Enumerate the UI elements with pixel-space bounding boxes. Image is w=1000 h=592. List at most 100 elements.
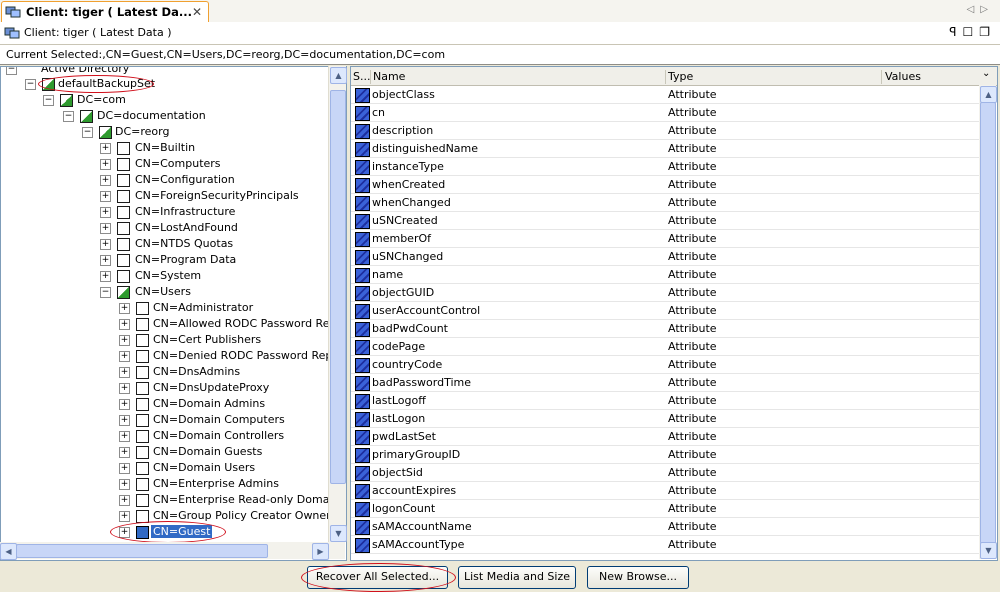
table-row[interactable]: sAMAccountName Attribute: [351, 518, 979, 536]
expand-icon[interactable]: +: [100, 255, 111, 266]
expand-icon[interactable]: +: [119, 447, 130, 458]
table-row[interactable]: uSNCreated Attribute: [351, 212, 979, 230]
partial-checkbox[interactable]: [99, 126, 112, 139]
checkbox[interactable]: [117, 206, 130, 219]
collapse-icon[interactable]: −: [43, 95, 54, 106]
checkbox[interactable]: [117, 254, 130, 267]
collapse-icon[interactable]: −: [6, 67, 17, 75]
checkbox[interactable]: [117, 190, 130, 203]
expand-icon[interactable]: +: [119, 367, 130, 378]
scroll-left-icon[interactable]: ◀: [0, 543, 17, 560]
new-browse-button[interactable]: New Browse...: [587, 566, 689, 589]
table-row[interactable]: name Attribute: [351, 266, 979, 284]
column-menu-icon[interactable]: ⌄: [982, 68, 990, 79]
checkbox[interactable]: [117, 222, 130, 235]
table-row[interactable]: whenCreated Attribute: [351, 176, 979, 194]
scroll-thumb[interactable]: [330, 90, 346, 484]
attribute-table[interactable]: S... Name Type Values ⌄ objectClass Attri…: [350, 66, 998, 561]
checkbox[interactable]: [117, 270, 130, 283]
table-row[interactable]: pwdLastSet Attribute: [351, 428, 979, 446]
expand-icon[interactable]: +: [100, 223, 111, 234]
checkbox[interactable]: [117, 174, 130, 187]
expand-icon[interactable]: +: [119, 479, 130, 490]
minimize-icon[interactable]: ☐: [962, 25, 979, 39]
checkbox[interactable]: [136, 398, 149, 411]
expand-icon[interactable]: +: [119, 431, 130, 442]
table-row[interactable]: userAccountControl Attribute: [351, 302, 979, 320]
checkbox[interactable]: [117, 158, 130, 171]
checkbox[interactable]: [136, 462, 149, 475]
column-header-values[interactable]: Values: [885, 70, 921, 83]
table-row[interactable]: badPasswordTime Attribute: [351, 374, 979, 392]
tab-back-icon[interactable]: ◁: [967, 4, 981, 15]
table-row[interactable]: instanceType Attribute: [351, 158, 979, 176]
checkbox[interactable]: [136, 430, 149, 443]
partial-checkbox[interactable]: [80, 110, 93, 123]
table-row[interactable]: objectGUID Attribute: [351, 284, 979, 302]
checkbox[interactable]: [136, 478, 149, 491]
checkbox[interactable]: [136, 318, 149, 331]
table-row[interactable]: cn Attribute: [351, 104, 979, 122]
expand-icon[interactable]: +: [119, 335, 130, 346]
checkbox[interactable]: [136, 446, 149, 459]
checkbox[interactable]: [136, 350, 149, 363]
expand-icon[interactable]: +: [100, 207, 111, 218]
checkbox[interactable]: [117, 238, 130, 251]
expand-icon[interactable]: +: [119, 399, 130, 410]
scroll-down-icon[interactable]: ▼: [330, 525, 347, 542]
checkbox[interactable]: [136, 414, 149, 427]
checkbox[interactable]: [136, 334, 149, 347]
checkbox[interactable]: [136, 382, 149, 395]
table-row[interactable]: description Attribute: [351, 122, 979, 140]
table-row[interactable]: logonCount Attribute: [351, 500, 979, 518]
list-media-and-size-button[interactable]: List Media and Size: [458, 566, 576, 589]
table-row[interactable]: badPwdCount Attribute: [351, 320, 979, 338]
table-row[interactable]: whenChanged Attribute: [351, 194, 979, 212]
expand-icon[interactable]: +: [119, 463, 130, 474]
expand-icon[interactable]: +: [119, 415, 130, 426]
table-row[interactable]: primaryGroupID Attribute: [351, 446, 979, 464]
tree-horizontal-scrollbar[interactable]: ◀ ▶: [0, 542, 345, 560]
checkbox[interactable]: [136, 302, 149, 315]
table-row[interactable]: uSNChanged Attribute: [351, 248, 979, 266]
expand-icon[interactable]: +: [119, 383, 130, 394]
scroll-up-icon[interactable]: ▲: [980, 86, 997, 103]
table-row[interactable]: countryCode Attribute: [351, 356, 979, 374]
column-header-name[interactable]: Name: [373, 70, 405, 83]
collapse-icon[interactable]: −: [100, 287, 111, 298]
expand-icon[interactable]: +: [119, 511, 130, 522]
column-header-type[interactable]: Type: [668, 70, 693, 83]
expand-icon[interactable]: +: [100, 175, 111, 186]
table-row[interactable]: accountExpires Attribute: [351, 482, 979, 500]
checkbox[interactable]: [117, 142, 130, 155]
client-tab[interactable]: Client: tiger ( Latest Da... ✕: [1, 1, 209, 23]
partial-checkbox[interactable]: [60, 94, 73, 107]
column-header-status[interactable]: S...: [353, 70, 370, 83]
expand-icon[interactable]: +: [119, 351, 130, 362]
partial-checkbox[interactable]: [117, 286, 130, 299]
scroll-up-icon[interactable]: ▲: [330, 67, 347, 84]
expand-icon[interactable]: +: [100, 271, 111, 282]
expand-icon[interactable]: +: [100, 159, 111, 170]
scroll-thumb[interactable]: [16, 544, 268, 558]
tab-forward-icon[interactable]: ▷: [980, 4, 994, 15]
expand-icon[interactable]: +: [119, 303, 130, 314]
scroll-down-icon[interactable]: ▼: [980, 542, 997, 559]
table-row[interactable]: memberOf Attribute: [351, 230, 979, 248]
tree-vertical-scrollbar[interactable]: ▲ ▼: [328, 66, 347, 542]
table-row[interactable]: lastLogon Attribute: [351, 410, 979, 428]
expand-icon[interactable]: +: [100, 239, 111, 250]
maximize-icon[interactable]: ❐: [979, 25, 996, 39]
collapse-icon[interactable]: −: [82, 127, 93, 138]
scroll-right-icon[interactable]: ▶: [312, 543, 329, 560]
tab-close-icon[interactable]: ✕: [192, 5, 202, 19]
expand-icon[interactable]: +: [119, 495, 130, 506]
table-vertical-scrollbar[interactable]: ▲ ▼: [979, 85, 997, 559]
collapse-icon[interactable]: −: [25, 79, 36, 90]
table-row[interactable]: codePage Attribute: [351, 338, 979, 356]
pin-icon[interactable]: ꟼ: [949, 25, 962, 39]
checkbox[interactable]: [136, 494, 149, 507]
expand-icon[interactable]: +: [100, 143, 111, 154]
expand-icon[interactable]: +: [100, 191, 111, 202]
table-row[interactable]: lastLogoff Attribute: [351, 392, 979, 410]
